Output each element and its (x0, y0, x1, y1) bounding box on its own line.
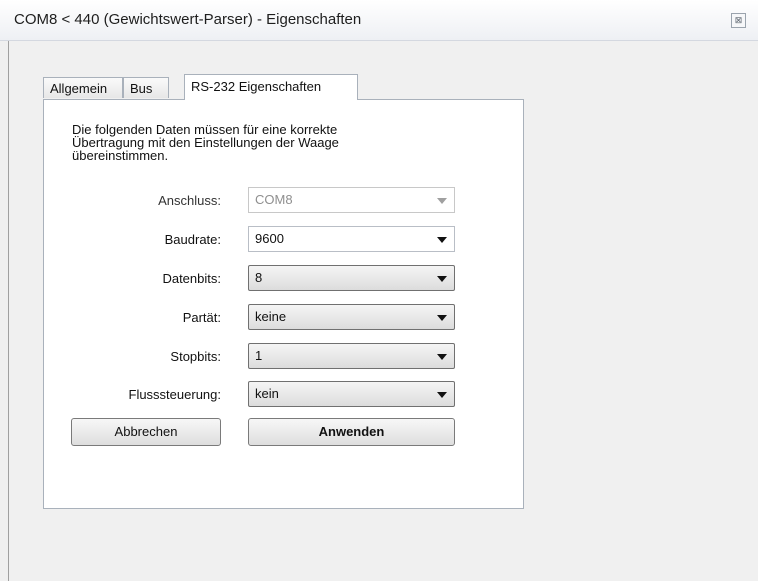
baudrate-value: 9600 (255, 231, 284, 246)
chevron-down-icon (437, 276, 447, 282)
baudrate-select[interactable]: 9600 (248, 226, 455, 252)
baudrate-label: Baudrate: (164, 232, 221, 247)
description-text: Die folgenden Daten müssen für eine korr… (72, 123, 432, 162)
paritaet-value: keine (255, 309, 287, 324)
cancel-button[interactable]: Abbrechen (71, 418, 221, 446)
chevron-down-icon (437, 354, 447, 360)
stopbits-value: 1 (255, 348, 263, 363)
anschluss-value: COM8 (255, 192, 293, 207)
stopbits-select[interactable]: 1 (248, 343, 455, 369)
datenbits-label: Datenbits: (162, 271, 221, 286)
title-bar: COM8 < 440 (Gewichtswert-Parser) - Eigen… (0, 0, 758, 41)
flusssteuerung-select[interactable]: kein (248, 381, 455, 407)
apply-button[interactable]: Anwenden (248, 418, 455, 446)
paritaet-label: Partät: (182, 310, 221, 325)
tab-allgemein[interactable]: Allgemein (43, 77, 123, 98)
chevron-down-icon (437, 315, 447, 321)
description-line: übereinstimmen. (72, 148, 169, 163)
anschluss-label: Anschluss: (158, 193, 221, 208)
datenbits-select[interactable]: 8 (248, 265, 455, 291)
close-icon[interactable]: ⊠ (731, 13, 746, 28)
window-title: COM8 < 440 (Gewichtswert-Parser) - Eigen… (14, 11, 362, 28)
chevron-down-icon (437, 392, 447, 398)
flusssteuerung-value: kein (255, 386, 279, 401)
tab-bus[interactable]: Bus (123, 77, 169, 98)
flusssteuerung-label: Flusssteuerung: (128, 387, 222, 402)
chevron-down-icon (437, 237, 447, 243)
chevron-down-icon (437, 198, 447, 204)
paritaet-select[interactable]: keine (248, 304, 455, 330)
window-border (8, 41, 9, 581)
tab-rs232[interactable]: RS-232 Eigenschaften (184, 74, 358, 100)
datenbits-value: 8 (255, 270, 263, 285)
stopbits-label: Stopbits: (170, 349, 221, 364)
anschluss-select[interactable]: COM8 (248, 187, 455, 213)
